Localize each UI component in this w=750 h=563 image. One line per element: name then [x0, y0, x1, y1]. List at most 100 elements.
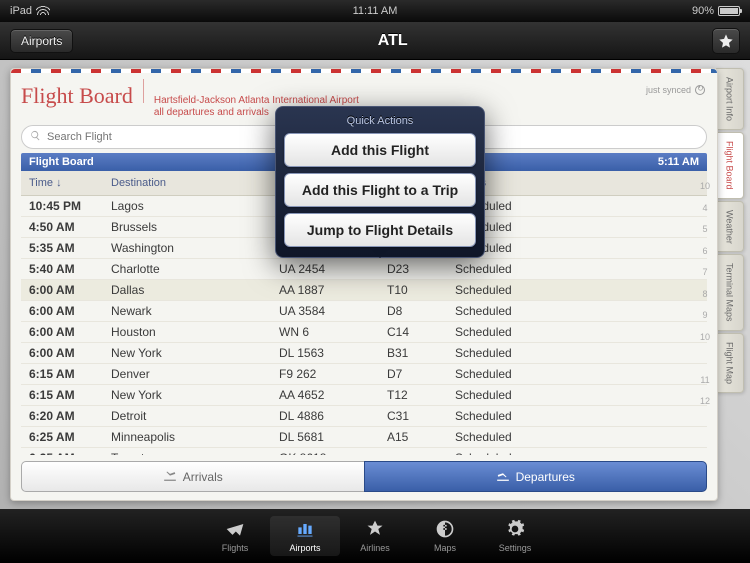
- airlines-icon: [363, 519, 387, 541]
- cell-destination: Toronto: [111, 451, 279, 455]
- departures-button[interactable]: Departures: [364, 461, 708, 492]
- cell-destination: Dallas: [111, 283, 279, 297]
- cell-time: 6:00 AM: [29, 325, 111, 339]
- side-tab-airport-info[interactable]: Airport Info: [716, 68, 744, 130]
- bottom-tab-bar: FlightsAirportsAirlinesMapsSettings: [0, 509, 750, 563]
- cell-time: 6:00 AM: [29, 283, 111, 297]
- tab-airlines[interactable]: Airlines: [340, 519, 410, 553]
- popover-button[interactable]: Add this Flight to a Trip: [284, 173, 476, 207]
- airmail-border: [11, 69, 717, 73]
- page-number: 4: [697, 203, 713, 225]
- nav-bar: Airports ATL: [0, 22, 750, 60]
- flight-row[interactable]: 6:20 AMDetroitDL 4886C31Scheduled: [21, 406, 707, 427]
- col-time[interactable]: Time: [29, 177, 111, 189]
- device-label: iPad: [10, 5, 32, 17]
- settings-icon: [503, 519, 527, 541]
- page-number: 9: [697, 310, 713, 332]
- cell-time: 6:15 AM: [29, 388, 111, 402]
- cell-destination: Washington: [111, 241, 279, 255]
- cell-flight: F9 262: [279, 367, 387, 381]
- side-tab-terminal-maps[interactable]: Terminal Maps: [716, 254, 744, 331]
- flight-row[interactable]: 6:25 AMTorontoQK 8618Scheduled: [21, 448, 707, 455]
- cell-status: Scheduled: [455, 304, 575, 318]
- airports-icon: [293, 519, 317, 541]
- cell-status: Scheduled: [455, 388, 575, 402]
- cell-status: Scheduled: [455, 367, 575, 381]
- flight-row[interactable]: 6:00 AMHoustonWN 6C14Scheduled: [21, 322, 707, 343]
- cell-gate: D7: [387, 367, 455, 381]
- cell-gate: T10: [387, 283, 455, 297]
- col-destination[interactable]: Destination: [111, 177, 279, 189]
- tab-maps[interactable]: Maps: [410, 519, 480, 553]
- cell-time: 5:35 AM: [29, 241, 111, 255]
- flight-row[interactable]: 6:00 AMNewarkUA 3584D8Scheduled: [21, 301, 707, 322]
- cell-destination: New York: [111, 388, 279, 402]
- page-number: 8: [697, 289, 713, 311]
- page-number: 10: [697, 181, 713, 203]
- cell-destination: Charlotte: [111, 262, 279, 276]
- sync-icon: [695, 85, 705, 95]
- wifi-icon: [36, 5, 50, 18]
- cell-flight: WN 6: [279, 325, 387, 339]
- cell-flight: DL 4886: [279, 409, 387, 423]
- nav-title: ATL: [378, 32, 408, 50]
- cell-gate: C14: [387, 325, 455, 339]
- nav-back-button[interactable]: Airports: [10, 29, 73, 53]
- quick-actions-popover: Quick Actions Add this Flight Add this Fl…: [275, 106, 485, 258]
- flight-row[interactable]: 6:00 AMDallasAA 1887T10Scheduled: [21, 280, 707, 301]
- cell-time: 6:00 AM: [29, 346, 111, 360]
- cell-gate: D8: [387, 304, 455, 318]
- star-icon: [718, 33, 734, 49]
- popover-title: Quick Actions: [284, 113, 476, 133]
- flight-row[interactable]: 6:00 AMNew YorkDL 1563B31Scheduled: [21, 343, 707, 364]
- flight-row[interactable]: 6:15 AMNew YorkAA 4652T12Scheduled: [21, 385, 707, 406]
- cell-time: 5:40 AM: [29, 262, 111, 276]
- popover-button[interactable]: Jump to Flight Details: [284, 213, 476, 247]
- status-bar: iPad 11:11 AM 90%: [0, 0, 750, 22]
- popover-button[interactable]: Add this Flight: [284, 133, 476, 167]
- page-number: 12: [697, 396, 713, 418]
- tab-settings[interactable]: Settings: [480, 519, 550, 553]
- arrivals-button[interactable]: Arrivals: [21, 461, 364, 492]
- tab-airports[interactable]: Airports: [270, 516, 340, 556]
- side-tab-flight-map[interactable]: Flight Map: [716, 333, 744, 393]
- cell-gate: [387, 451, 455, 455]
- cell-time: 6:15 AM: [29, 367, 111, 381]
- cell-flight: DL 1563: [279, 346, 387, 360]
- arrivals-icon: [163, 468, 177, 485]
- cell-status: Scheduled: [455, 409, 575, 423]
- cell-destination: Lagos: [111, 199, 279, 213]
- cell-status: Scheduled: [455, 325, 575, 339]
- cell-destination: Brussels: [111, 220, 279, 234]
- cell-time: 6:00 AM: [29, 304, 111, 318]
- sync-status[interactable]: just synced: [646, 85, 705, 95]
- clock: 11:11 AM: [353, 5, 398, 17]
- page-number: 6: [697, 246, 713, 268]
- cell-time: 6:25 AM: [29, 430, 111, 444]
- search-icon: [30, 128, 41, 146]
- page-number: 7: [697, 267, 713, 289]
- cell-destination: Newark: [111, 304, 279, 318]
- page-number: [697, 418, 713, 440]
- cell-status: Scheduled: [455, 430, 575, 444]
- cell-flight: DL 5681: [279, 430, 387, 444]
- cell-flight: QK 8618: [279, 451, 387, 455]
- page-number: 11: [697, 375, 713, 397]
- side-tab-flight-board[interactable]: Flight Board: [716, 132, 744, 199]
- page-number-column: 10456789101112: [697, 181, 713, 439]
- favorite-button[interactable]: [712, 28, 740, 54]
- tab-flights[interactable]: Flights: [200, 519, 270, 553]
- cell-time: 10:45 PM: [29, 199, 111, 213]
- cell-gate: T12: [387, 388, 455, 402]
- cell-time: 4:50 AM: [29, 220, 111, 234]
- flight-row[interactable]: 6:15 AMDenverF9 262D7Scheduled: [21, 364, 707, 385]
- arrivals-departures-toggle: Arrivals Departures: [21, 461, 707, 492]
- cell-status: Scheduled: [455, 283, 575, 297]
- flight-row[interactable]: 5:40 AMCharlotteUA 2454D23Scheduled: [21, 259, 707, 280]
- cell-gate: C31: [387, 409, 455, 423]
- cell-time: 6:25 AM: [29, 451, 111, 455]
- side-tab-weather[interactable]: Weather: [716, 201, 744, 253]
- cell-gate: A15: [387, 430, 455, 444]
- flight-row[interactable]: 6:25 AMMinneapolisDL 5681A15Scheduled: [21, 427, 707, 448]
- flights-icon: [223, 519, 247, 541]
